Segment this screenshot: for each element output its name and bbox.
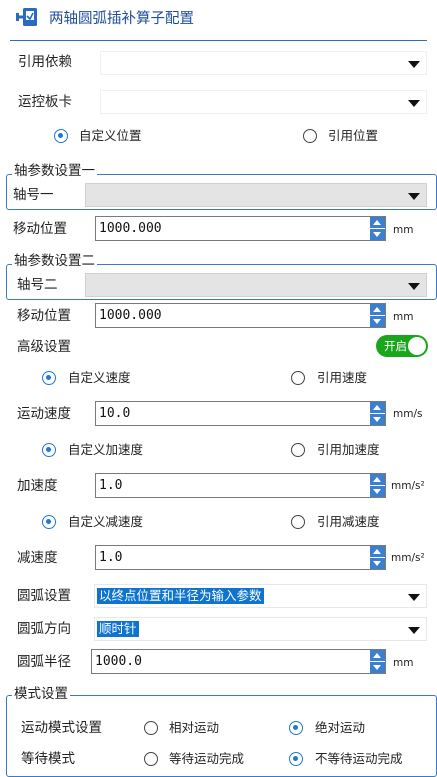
spin-up-button[interactable] bbox=[370, 304, 385, 315]
spin-down-button[interactable] bbox=[370, 414, 385, 425]
chevron-down-icon bbox=[408, 193, 420, 200]
motion-card-label: 运控板卡 bbox=[18, 94, 72, 110]
speed-label: 运动速度 bbox=[17, 406, 71, 422]
decel-value: 1.0 bbox=[99, 550, 123, 565]
wait-mode-label: 等待模式 bbox=[21, 751, 75, 767]
radio-ref-speed-label: 引用速度 bbox=[317, 370, 368, 385]
spin-up-button[interactable] bbox=[370, 474, 385, 485]
advanced-toggle[interactable]: 开启 bbox=[376, 335, 428, 357]
chevron-down-icon bbox=[408, 100, 420, 107]
arc-direction-label: 圆弧方向 bbox=[17, 621, 71, 637]
spin-down-button[interactable] bbox=[370, 316, 385, 327]
axis2-move-label: 移动位置 bbox=[17, 308, 71, 324]
arc-setting-value: 以终点位置和半径为输入参数 bbox=[97, 588, 264, 604]
spin-up-button[interactable] bbox=[370, 217, 385, 228]
radio-wait-done-label: 等待运动完成 bbox=[169, 751, 245, 766]
radio-custom-decel-label: 自定义减速度 bbox=[68, 514, 144, 529]
radio-ref-decel[interactable] bbox=[291, 515, 305, 529]
radio-custom-position-label: 自定义位置 bbox=[79, 128, 142, 143]
axis1-axis-select[interactable] bbox=[85, 183, 427, 207]
spin-up-button[interactable] bbox=[370, 546, 385, 557]
spin-down-button[interactable] bbox=[370, 558, 385, 569]
accel-value: 1.0 bbox=[99, 478, 123, 493]
toggle-knob bbox=[408, 337, 426, 355]
decel-label: 减速度 bbox=[17, 550, 58, 566]
ref-dependency-label: 引用依赖 bbox=[18, 54, 72, 70]
motion-mode-label: 运动模式设置 bbox=[21, 720, 102, 736]
radio-custom-speed-label: 自定义速度 bbox=[68, 370, 131, 385]
arc-setting-select[interactable]: 以终点位置和半径为输入参数 bbox=[94, 584, 427, 608]
radio-ref-accel-label: 引用加速度 bbox=[317, 442, 380, 457]
axis1-axis-label: 轴号一 bbox=[13, 187, 54, 203]
decel-unit: mm/s² bbox=[391, 552, 425, 564]
radio-absolute-motion[interactable] bbox=[289, 721, 303, 735]
spin-down-button[interactable] bbox=[370, 229, 385, 240]
axis2-axis-select[interactable] bbox=[85, 273, 427, 297]
header-icon bbox=[16, 7, 38, 27]
ref-dependency-select[interactable] bbox=[100, 51, 427, 75]
arc-radius-value: 1000.0 bbox=[95, 654, 142, 669]
radio-custom-accel[interactable] bbox=[42, 443, 56, 457]
axis1-group-title: 轴参数设置一 bbox=[12, 162, 97, 180]
radio-wait-done[interactable] bbox=[144, 752, 158, 766]
arc-direction-select[interactable]: 顺时针 bbox=[94, 617, 427, 641]
arc-radius-unit: mm bbox=[393, 657, 414, 669]
radio-ref-position-label: 引用位置 bbox=[328, 128, 379, 143]
accel-input[interactable]: 1.0 bbox=[95, 473, 386, 498]
spin-up-button[interactable] bbox=[370, 402, 385, 413]
axis1-move-unit: mm bbox=[393, 224, 414, 236]
chevron-down-icon bbox=[408, 61, 420, 68]
radio-ref-decel-label: 引用减速度 bbox=[317, 514, 380, 529]
radio-ref-position[interactable] bbox=[303, 129, 317, 143]
radio-absolute-motion-label: 绝对运动 bbox=[315, 720, 366, 735]
radio-relative-motion[interactable] bbox=[144, 721, 158, 735]
speed-value: 10.0 bbox=[99, 406, 131, 421]
radio-relative-motion-label: 相对运动 bbox=[169, 720, 220, 735]
chevron-down-icon bbox=[408, 594, 420, 601]
axis2-group-title: 轴参数设置二 bbox=[12, 252, 97, 270]
arc-radius-label: 圆弧半径 bbox=[17, 654, 71, 670]
header-divider bbox=[10, 40, 427, 41]
axis1-move-input[interactable]: 1000.000 bbox=[95, 216, 386, 241]
arc-radius-input[interactable]: 1000.0 bbox=[91, 649, 386, 674]
page-title: 两轴圆弧插补算子配置 bbox=[49, 11, 194, 27]
advanced-toggle-text: 开启 bbox=[384, 339, 407, 353]
speed-input[interactable]: 10.0 bbox=[95, 401, 386, 426]
spin-down-button[interactable] bbox=[370, 662, 385, 673]
accel-label: 加速度 bbox=[17, 478, 58, 494]
advanced-label: 高级设置 bbox=[17, 339, 71, 355]
radio-custom-accel-label: 自定义加速度 bbox=[68, 442, 144, 457]
motion-card-select[interactable] bbox=[100, 90, 427, 114]
radio-custom-position[interactable] bbox=[54, 129, 68, 143]
radio-custom-speed[interactable] bbox=[42, 371, 56, 385]
radio-ref-accel[interactable] bbox=[291, 443, 305, 457]
arc-direction-value: 顺时针 bbox=[97, 621, 139, 637]
spin-up-button[interactable] bbox=[370, 650, 385, 661]
radio-custom-decel[interactable] bbox=[42, 515, 56, 529]
accel-unit: mm/s² bbox=[391, 480, 425, 492]
axis1-move-value: 1000.000 bbox=[99, 221, 162, 236]
chevron-down-icon bbox=[408, 627, 420, 634]
radio-wait-not-done[interactable] bbox=[289, 752, 303, 766]
arc-setting-label: 圆弧设置 bbox=[17, 588, 71, 604]
axis1-move-label: 移动位置 bbox=[13, 221, 67, 237]
radio-wait-not-done-label: 不等待运动完成 bbox=[315, 751, 403, 766]
speed-unit: mm/s bbox=[393, 408, 423, 420]
radio-ref-speed[interactable] bbox=[291, 371, 305, 385]
decel-input[interactable]: 1.0 bbox=[95, 545, 386, 570]
mode-settings-group-title: 模式设置 bbox=[12, 685, 70, 703]
axis2-move-input[interactable]: 1000.000 bbox=[95, 303, 386, 328]
axis2-axis-label: 轴号二 bbox=[17, 277, 58, 293]
axis2-move-value: 1000.000 bbox=[99, 308, 162, 323]
chevron-down-icon bbox=[408, 283, 420, 290]
axis2-move-unit: mm bbox=[393, 311, 414, 323]
spin-down-button[interactable] bbox=[370, 486, 385, 497]
